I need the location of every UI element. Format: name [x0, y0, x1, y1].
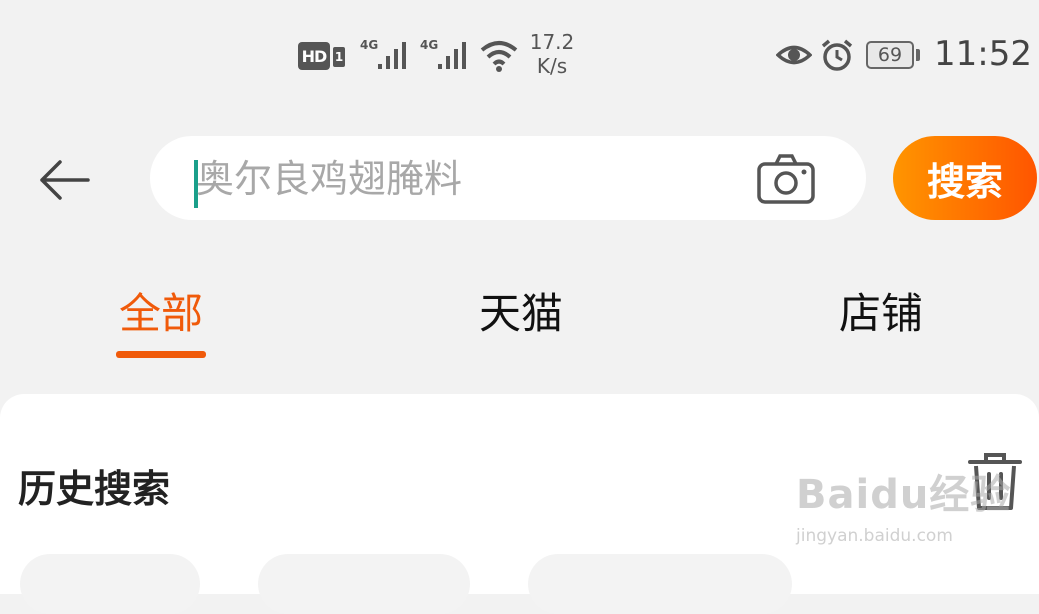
watermark-logo: Baidu经验 — [796, 472, 1012, 518]
back-button[interactable] — [36, 152, 92, 208]
status-bar: HD 1 4G 4G 17.2 K/s 69 11:52 — [0, 0, 1039, 100]
signal-icon — [438, 42, 466, 69]
search-button[interactable]: 搜索 — [893, 136, 1037, 220]
back-arrow-icon — [40, 160, 90, 200]
battery-icon: 69 — [866, 41, 914, 69]
speed-value: 17.2 — [529, 30, 575, 54]
search-input[interactable] — [194, 150, 758, 208]
search-box[interactable] — [150, 136, 866, 220]
sim-badge: 1 — [333, 47, 345, 67]
history-title: 历史搜索 — [18, 467, 171, 511]
clock: 11:52 — [934, 34, 1032, 74]
tab-shops[interactable]: 店铺 — [811, 280, 951, 341]
history-chip[interactable] — [528, 554, 792, 614]
active-tab-indicator — [116, 351, 206, 358]
battery-level: 69 — [877, 44, 903, 66]
tab-all[interactable]: 全部 — [91, 280, 231, 341]
watermark-url: jingyan.baidu.com — [796, 526, 953, 546]
speed-unit: K/s — [536, 54, 568, 78]
eye-icon — [776, 45, 812, 65]
signal-icon — [378, 42, 406, 69]
history-chip[interactable] — [20, 554, 200, 614]
tab-tmall[interactable]: 天猫 — [451, 280, 591, 341]
alarm-icon — [821, 39, 853, 71]
camera-icon — [757, 154, 815, 204]
search-scope-tabs: 全部 天猫 店铺 — [0, 270, 1039, 370]
wifi-icon — [480, 41, 518, 72]
battery-tip — [916, 49, 920, 61]
network-speed: 17.2 K/s — [528, 30, 576, 78]
camera-button[interactable] — [756, 152, 816, 206]
hd-badge: HD — [298, 42, 330, 70]
history-chip[interactable] — [258, 554, 470, 614]
